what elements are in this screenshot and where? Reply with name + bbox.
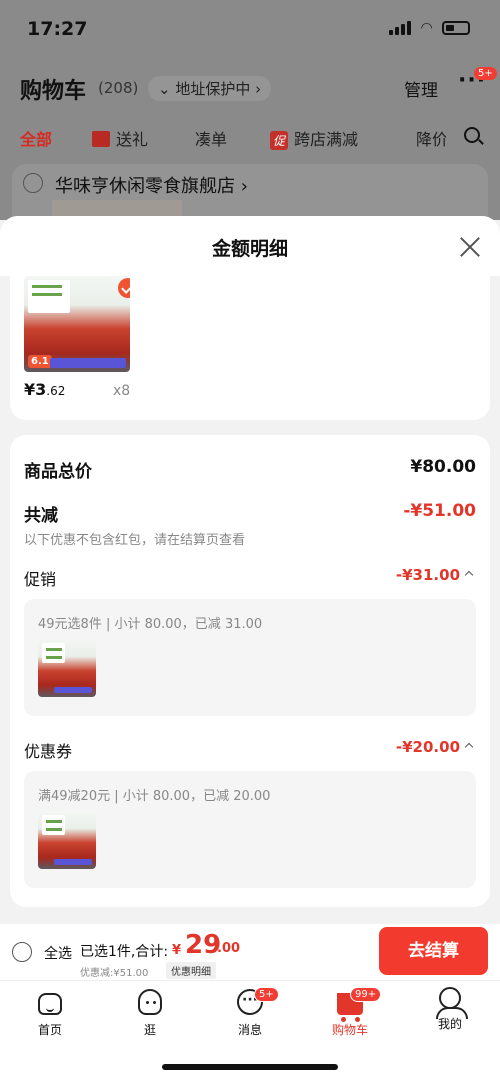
store-card: 华味亨休闲零食旗舰店 ›	[12, 164, 488, 224]
close-icon[interactable]	[459, 236, 481, 258]
tab-messages[interactable]: 消息 5+	[210, 985, 290, 1038]
more-badge: 5+	[474, 67, 497, 80]
tab-guang[interactable]: 逛	[110, 985, 190, 1038]
cart-header: 购物车 (208) ⌄ 地址保护中 › 管理 ··· 5+	[0, 58, 500, 114]
tab-cart[interactable]: 购物车 99+	[310, 985, 390, 1038]
selected-item-card: 6.1 ¥3.62 x8	[10, 276, 490, 420]
battery-icon	[442, 21, 470, 35]
tab-profile[interactable]: 我的	[410, 985, 490, 1032]
chevron-up-icon	[464, 570, 474, 580]
checkout-bar: 全选 已选1件,合计: ¥ 29 .00 优惠减:¥51.00 优惠明细 去结算	[0, 924, 500, 980]
coupon-band	[54, 859, 92, 865]
coupon-label: 优惠券	[24, 742, 73, 761]
tab-all[interactable]: 全部	[20, 126, 52, 150]
price-breakdown-card: 商品总价 ¥80.00 共减 -¥51.00 以下优惠不包含红包，请在结算页查看…	[10, 435, 490, 907]
reduce-label: 共减	[24, 506, 58, 526]
status-bar: 17:27 ◠	[0, 0, 500, 58]
reduce-value: -¥51.00	[403, 501, 476, 521]
cart-badge: 99+	[350, 987, 382, 1002]
checkout-button[interactable]: 去结算	[379, 927, 488, 975]
item-price-dec: .62	[46, 384, 66, 398]
coupon-toggle[interactable]: -¥20.00	[395, 738, 474, 756]
discount-amount: 优惠减:¥51.00	[80, 968, 149, 979]
promo-product-image	[38, 639, 96, 697]
tab-guang-label: 逛	[143, 1023, 156, 1037]
promo-detail-text: 49元选8件 | 小计 80.00，已减 31.00	[38, 617, 263, 632]
promo-toggle[interactable]: -¥31.00	[395, 566, 474, 584]
guang-icon	[138, 989, 162, 1015]
promo-value: -¥31.00	[395, 566, 460, 584]
search-icon[interactable]	[464, 127, 480, 143]
sheet-header: 金额明细	[0, 216, 500, 276]
profile-icon	[436, 987, 468, 1019]
coupon-value: -¥20.00	[395, 738, 460, 756]
product-promo-tag: 6.1	[28, 355, 52, 368]
selected-summary: 已选1件,合计:	[80, 944, 169, 960]
promo-band	[54, 687, 92, 693]
amount-detail-sheet: 金额明细 6.1 ¥3.62 x8 商品总价 ¥80.00 共减 -¥51.00…	[0, 216, 500, 924]
total-price-label: 商品总价	[24, 462, 92, 482]
address-label: 地址保护中	[175, 80, 251, 98]
product-image[interactable]: 6.1	[24, 276, 130, 372]
tab-price-drop[interactable]: 降价	[416, 126, 446, 150]
item-quantity: x8	[113, 383, 131, 399]
store-section: 华味亨休闲零食旗舰店 ›	[0, 160, 500, 224]
tab-home[interactable]: 首页	[10, 985, 90, 1038]
promo-label: 促销	[24, 570, 57, 589]
discount-note: 以下优惠不包含红包，请在结算页查看	[24, 533, 246, 548]
messages-badge: 5+	[254, 987, 279, 1002]
coupon-product-image	[38, 811, 96, 869]
home-indicator[interactable]	[162, 1064, 338, 1070]
tab-gift[interactable]: 送礼	[92, 126, 148, 150]
chevron-up-icon	[464, 742, 474, 752]
discount-detail-button[interactable]: 优惠明细	[166, 962, 216, 979]
total-amount-decimal: .00	[217, 941, 241, 956]
total-currency: ¥	[172, 943, 182, 958]
cart-count: (208)	[98, 79, 139, 97]
manage-button[interactable]: 管理	[404, 76, 438, 101]
select-all-checkbox[interactable]	[12, 942, 32, 962]
gift-icon	[92, 131, 110, 147]
status-icons: ◠	[389, 20, 470, 36]
page-title: 购物车	[20, 79, 87, 104]
store-name-text: 华味亨休闲零食旗舰店	[55, 176, 235, 197]
status-time: 17:27	[27, 18, 88, 40]
coupon-detail-box: 满49减20元 | 小计 80.00，已减 20.00	[24, 771, 476, 888]
promo-label-graphic	[42, 643, 66, 663]
coupon-label-graphic	[42, 815, 66, 835]
home-icon	[38, 993, 62, 1015]
tab-messages-label: 消息	[237, 1023, 262, 1037]
tab-gift-label: 送礼	[116, 130, 149, 149]
item-price-int: ¥3	[24, 380, 47, 399]
address-protection-button[interactable]: ⌄ 地址保护中 ›	[148, 76, 272, 101]
signal-icon	[389, 21, 412, 35]
sheet-title: 金额明细	[211, 238, 288, 260]
tab-cross-store-label: 跨店满减	[294, 130, 359, 149]
selected-check-icon	[118, 278, 130, 298]
product-promo-band	[50, 358, 126, 368]
tab-home-label: 首页	[37, 1023, 62, 1037]
product-label-graphic	[28, 280, 71, 313]
wifi-icon: ◠	[421, 20, 432, 36]
store-name[interactable]: 华味亨休闲零食旗舰店 ›	[55, 172, 248, 198]
promo-tag-icon: 促	[270, 131, 289, 150]
item-price: ¥3.62	[24, 380, 65, 399]
store-checkbox[interactable]	[23, 173, 43, 193]
tab-bundle[interactable]: 凑单	[195, 126, 227, 150]
coupon-detail-text: 满49减20元 | 小计 80.00，已减 20.00	[38, 789, 271, 804]
promo-detail-box: 49元选8件 | 小计 80.00，已减 31.00	[24, 599, 476, 716]
total-amount: 29	[185, 930, 222, 960]
select-all-label[interactable]: 全选	[44, 943, 72, 963]
tab-cross-store[interactable]: 促跨店满减	[270, 126, 358, 150]
filter-tabs: 全部 送礼 凑单 促跨店满减 降价	[0, 114, 500, 160]
total-price-value: ¥80.00	[410, 457, 476, 477]
tab-cart-label: 购物车	[331, 1023, 368, 1037]
